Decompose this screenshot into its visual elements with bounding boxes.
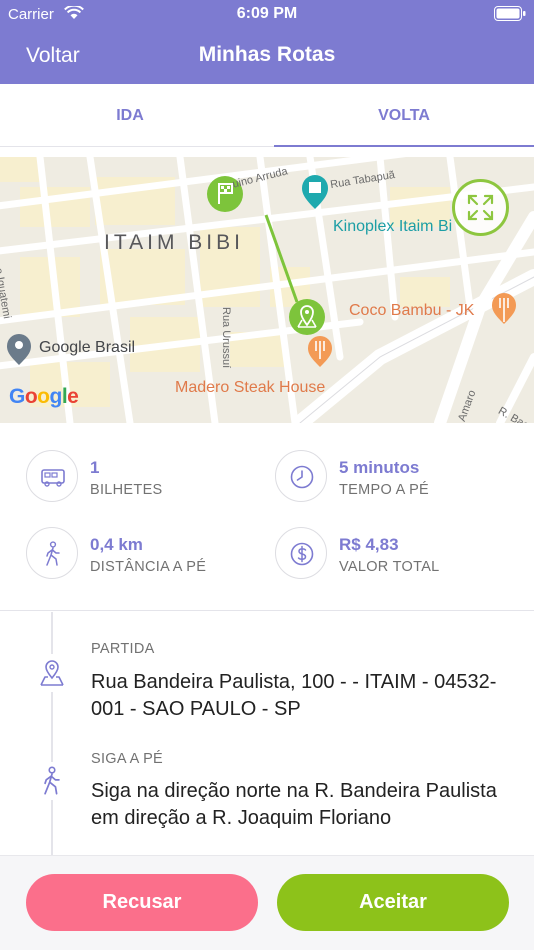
accept-button[interactable]: Aceitar	[277, 874, 509, 931]
tab-selected-indicator	[274, 145, 534, 147]
valor-label: VALOR TOTAL	[339, 559, 440, 575]
clock-icon	[275, 450, 327, 502]
bilhetes-value: 1	[90, 458, 100, 477]
distancia-value: 0,4 km	[90, 535, 143, 554]
place-label-madero: Madero Steak House	[175, 379, 326, 396]
summary-tempo: 5 minutos TEMPO A PÉ	[275, 450, 525, 506]
distancia-label: DISTÂNCIA A PÉ	[90, 559, 207, 575]
district-label: ITAIM BIBI	[104, 231, 244, 254]
valor-value: R$ 4,83	[339, 535, 399, 554]
expand-map-button[interactable]	[452, 179, 509, 236]
route-summary: 1 BILHETES 5 minutos TEMPO A PÉ 0,4 km D…	[0, 423, 534, 611]
summary-bilhetes: 1 BILHETES	[26, 450, 276, 506]
status-bar: Carrier 6:09 PM	[0, 0, 534, 28]
dollar-icon	[275, 527, 327, 579]
action-bar: Recusar Aceitar	[0, 855, 534, 950]
summary-distancia: 0,4 km DISTÂNCIA A PÉ	[26, 527, 276, 583]
step-title: PARTIDA	[91, 641, 155, 657]
status-time: 6:09 PM	[236, 5, 298, 22]
page-title: Minhas Rotas	[198, 43, 336, 66]
reject-button[interactable]: Recusar	[26, 874, 258, 931]
step-text: Rua Bandeira Paulista, 100 - - ITAIM - 0…	[91, 671, 497, 720]
expand-icon	[467, 194, 494, 221]
steps-timeline	[51, 612, 53, 855]
tab-volta-label: VOLTA	[378, 107, 430, 124]
bilhetes-label: BILHETES	[90, 482, 163, 498]
tab-volta[interactable]: VOLTA	[274, 84, 534, 147]
google-logo: Google	[9, 385, 79, 408]
tab-ida[interactable]: IDA	[0, 84, 260, 147]
battery-icon	[494, 6, 526, 21]
map-pin-icon	[33, 654, 71, 692]
tempo-label: TEMPO A PÉ	[339, 482, 430, 498]
place-label-kinoplex: Kinoplex Itaim Bi	[333, 218, 453, 235]
header-bar: Carrier 6:09 PM Voltar Minhas Rotas	[0, 0, 534, 84]
place-label-google-brasil: Google Brasil	[39, 339, 136, 356]
tempo-value: 5 minutos	[339, 458, 420, 477]
bus-icon	[26, 450, 78, 502]
route-tabs: IDA VOLTA	[0, 84, 534, 147]
street-label: Rua Urussuí	[220, 307, 232, 369]
step-text: Siga na direção norte na R. Bandeira Pau…	[91, 780, 497, 829]
place-label-coco-bambu: Coco Bambu - JK	[349, 302, 475, 319]
summary-valor: R$ 4,83 VALOR TOTAL	[275, 527, 525, 583]
walking-icon	[26, 527, 78, 579]
walking-icon	[33, 762, 71, 800]
route-steps[interactable]: PARTIDA Rua Bandeira Paulista, 100 - - I…	[0, 612, 534, 855]
step-title: SIGA A PÉ	[91, 751, 164, 767]
route-end-marker[interactable]	[289, 299, 325, 335]
